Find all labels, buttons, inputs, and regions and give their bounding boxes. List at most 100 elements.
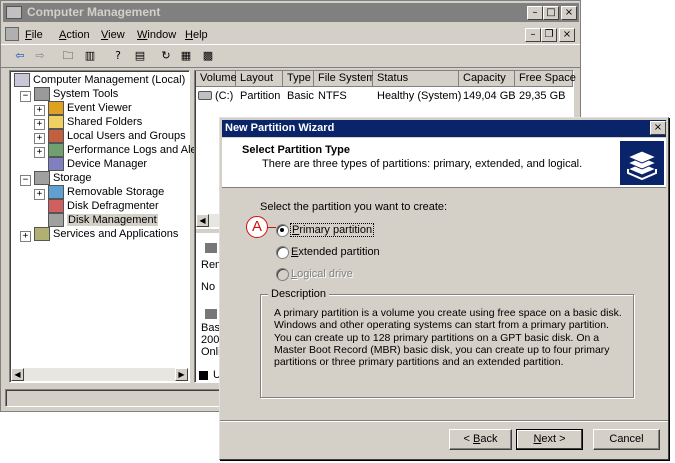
cell-file-system[interactable]: NTFS bbox=[318, 89, 347, 103]
legend-swatch bbox=[199, 371, 208, 380]
column-free-space[interactable]: Free Space bbox=[515, 71, 576, 87]
column-type[interactable]: Type bbox=[283, 71, 314, 87]
help-icon[interactable]: ? bbox=[109, 47, 127, 65]
description-label: Description bbox=[268, 288, 330, 300]
performance-icon bbox=[48, 143, 64, 158]
tree-item-system-tools[interactable]: System Tools bbox=[34, 87, 118, 102]
tree-item-storage[interactable]: Storage bbox=[34, 171, 92, 186]
collapse-icon[interactable]: − bbox=[20, 91, 31, 102]
export-list-icon[interactable]: ▤ bbox=[131, 47, 149, 65]
back-button[interactable]: < Back bbox=[449, 429, 512, 450]
forward-arrow-icon[interactable]: ⇨ bbox=[31, 47, 49, 65]
callout-letter: A bbox=[251, 218, 262, 235]
wizard-header-subtitle: There are three types of partitions: pri… bbox=[262, 158, 583, 170]
tree-item-computer-management[interactable]: Computer Management (Local) bbox=[14, 73, 185, 88]
mmc-titlebar[interactable]: Computer Management bbox=[3, 3, 579, 22]
child-close-icon[interactable]: × bbox=[559, 28, 575, 42]
scroll-left-icon[interactable]: ◀ bbox=[11, 368, 24, 381]
collapse-icon[interactable]: − bbox=[20, 175, 31, 186]
tree-item-shared-folders[interactable]: Shared Folders bbox=[48, 115, 142, 130]
maximize-icon[interactable]: □ bbox=[543, 6, 559, 20]
logical-drive-option[interactable]: Logical drive bbox=[276, 266, 436, 282]
column-file-system[interactable]: File System bbox=[314, 71, 375, 87]
scroll-left-icon[interactable]: ◀ bbox=[196, 214, 209, 227]
wizard-titlebar[interactable]: New Partition Wizard bbox=[222, 120, 666, 137]
expand-icon[interactable]: + bbox=[34, 119, 45, 130]
tree-item-local-users-groups[interactable]: Local Users and Groups bbox=[48, 129, 186, 144]
refresh-icon[interactable]: ↻ bbox=[157, 47, 175, 65]
expand-icon[interactable]: + bbox=[34, 147, 45, 158]
menu-help[interactable]: Help bbox=[185, 27, 208, 43]
extended-partition-label: Extended partition bbox=[291, 246, 380, 258]
tree-item-removable-storage[interactable]: Removable Storage bbox=[48, 185, 164, 200]
mmc-title-text: Computer Management bbox=[27, 5, 161, 19]
cell-free-space[interactable]: 29,35 GB bbox=[519, 89, 565, 103]
cell-status[interactable]: Healthy (System) bbox=[377, 89, 461, 103]
properties-icon[interactable]: ▦ bbox=[177, 47, 195, 65]
tree-item-event-viewer[interactable]: Event Viewer bbox=[48, 101, 132, 116]
callout-marker: A bbox=[246, 216, 268, 238]
expand-icon[interactable]: + bbox=[20, 231, 31, 242]
logical-drive-label: Logical drive bbox=[291, 268, 353, 280]
users-icon bbox=[48, 129, 64, 144]
menu-action[interactable]: Action bbox=[59, 27, 90, 43]
description-text: A primary partition is a volume you crea… bbox=[274, 307, 622, 369]
wizard-header-title: Select Partition Type bbox=[242, 144, 350, 156]
tree-item-disk-defragmenter[interactable]: Disk Defragmenter bbox=[48, 199, 159, 214]
tools-icon bbox=[34, 87, 50, 102]
tree-item-disk-management[interactable]: Disk Management bbox=[48, 213, 158, 228]
scroll-right-icon[interactable]: ▶ bbox=[175, 368, 188, 381]
child-minimize-icon[interactable]: – bbox=[525, 28, 541, 42]
child-restore-icon[interactable]: ❐ bbox=[541, 28, 557, 42]
computer-icon bbox=[14, 73, 30, 88]
callout-leader bbox=[268, 227, 276, 228]
column-status[interactable]: Status bbox=[373, 71, 459, 87]
new-partition-wizard-dialog: New Partition Wizard × Select Partition … bbox=[219, 117, 669, 460]
cell-layout[interactable]: Partition bbox=[240, 89, 280, 103]
tree-item-performance-logs[interactable]: Performance Logs and Alerts bbox=[48, 143, 209, 158]
show-hide-tree-icon[interactable]: ▥ bbox=[81, 47, 99, 65]
defragmenter-icon bbox=[48, 199, 64, 214]
menu-file[interactable]: File bbox=[25, 27, 43, 43]
disk-icon bbox=[205, 309, 217, 319]
back-arrow-icon[interactable]: ⇦ bbox=[11, 47, 29, 65]
console-tree[interactable]: Computer Management (Local) − System Too… bbox=[9, 70, 209, 383]
disk-icon bbox=[205, 243, 217, 253]
close-icon[interactable]: × bbox=[650, 121, 666, 135]
primary-partition-option[interactable]: Primary partition bbox=[276, 222, 436, 238]
cancel-button[interactable]: Cancel bbox=[593, 429, 660, 450]
shared-folder-icon bbox=[48, 115, 64, 130]
radio-logical[interactable] bbox=[276, 268, 289, 281]
menu-window[interactable]: Window bbox=[137, 27, 176, 43]
expand-icon[interactable]: + bbox=[34, 105, 45, 116]
device-manager-icon bbox=[48, 157, 64, 172]
disk-management-icon bbox=[48, 213, 64, 228]
minimize-icon[interactable]: – bbox=[527, 6, 543, 20]
cell-type[interactable]: Basic bbox=[287, 89, 314, 103]
console-icon[interactable] bbox=[5, 27, 19, 41]
tree-item-device-manager[interactable]: Device Manager bbox=[48, 157, 147, 172]
column-layout[interactable]: Layout bbox=[236, 71, 283, 87]
cell-capacity[interactable]: 149,04 GB bbox=[463, 89, 516, 103]
tree-item-services-applications[interactable]: Services and Applications bbox=[34, 227, 178, 242]
tree-hscrollbar[interactable]: ◀ ▶ bbox=[11, 368, 188, 381]
services-icon bbox=[34, 227, 50, 242]
column-capacity[interactable]: Capacity bbox=[459, 71, 515, 87]
wizard-header: Select Partition Type There are three ty… bbox=[222, 138, 666, 188]
primary-partition-label: Primary partition bbox=[290, 223, 375, 237]
radio-extended[interactable] bbox=[276, 246, 289, 259]
expand-icon[interactable]: + bbox=[34, 189, 45, 200]
expand-icon[interactable]: + bbox=[34, 133, 45, 144]
menu-view[interactable]: View bbox=[101, 27, 125, 43]
partition-prompt: Select the partition you want to create: bbox=[260, 201, 448, 213]
close-icon[interactable]: × bbox=[561, 6, 577, 20]
mmc-app-icon[interactable] bbox=[6, 6, 22, 19]
column-volume[interactable]: Volume bbox=[196, 71, 237, 87]
up-folder-icon[interactable]: 🗀 bbox=[59, 47, 77, 65]
radio-primary[interactable] bbox=[276, 224, 289, 237]
cell-volume[interactable]: (C:) bbox=[215, 89, 233, 103]
extended-partition-option[interactable]: Extended partition bbox=[276, 244, 436, 260]
next-button[interactable]: Next > bbox=[516, 429, 583, 450]
drive-icon bbox=[198, 91, 212, 100]
settings-icon[interactable]: ▩ bbox=[199, 47, 217, 65]
